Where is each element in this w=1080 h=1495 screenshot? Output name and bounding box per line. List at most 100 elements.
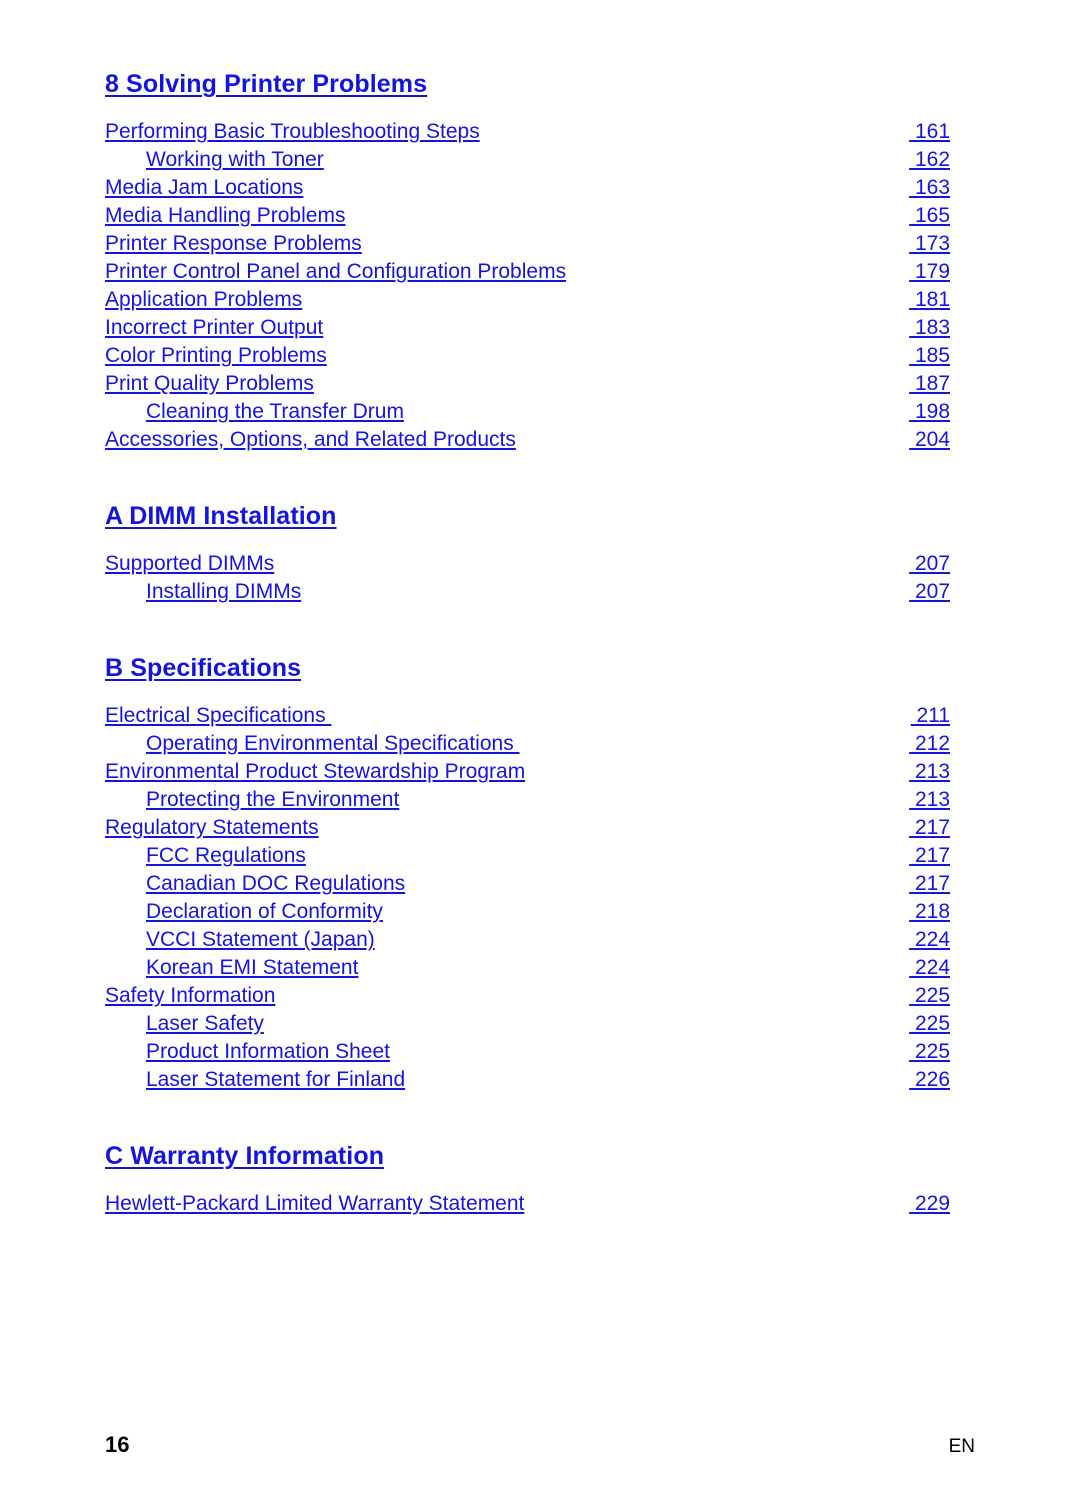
toc-entry-title[interactable]: Laser Statement for Finland [146,1066,405,1094]
page-footer: 16 EN [105,1432,975,1462]
toc-entry[interactable]: Hewlett-Packard Limited Warranty Stateme… [105,1190,950,1218]
toc-entry-title[interactable]: Korean EMI Statement [146,954,358,982]
toc-entry-page-number[interactable]: 161 [904,118,950,146]
toc-entry[interactable]: Performing Basic Troubleshooting Steps 1… [105,118,950,146]
toc-entry-page-number[interactable]: 213 [904,786,950,814]
toc-entry-page-number[interactable]: 204 [904,426,950,454]
toc-entry-title[interactable]: Printer Response Problems [105,230,362,258]
toc-entry-title[interactable]: Laser Safety [146,1010,264,1038]
toc-entry[interactable]: Cleaning the Transfer Drum 198 [105,398,950,426]
toc-entry-title[interactable]: Cleaning the Transfer Drum [146,398,404,426]
toc-entry-title[interactable]: Working with Toner [146,146,324,174]
toc-entry-title[interactable]: Installing DIMMs [146,578,301,606]
toc-entry[interactable]: Color Printing Problems 185 [105,342,950,370]
toc-entry[interactable]: Incorrect Printer Output 183 [105,314,950,342]
toc-entry-page-number[interactable]: 218 [904,898,950,926]
toc-entry-title[interactable]: Operating Environmental Specifications [146,730,520,758]
toc-entry-page-number[interactable]: 217 [904,842,950,870]
toc-entry[interactable]: Korean EMI Statement 224 [105,954,950,982]
toc-entry-page-number[interactable]: 162 [904,146,950,174]
toc-entry-title[interactable]: Canadian DOC Regulations [146,870,405,898]
toc-entry-page-number[interactable]: 207 [904,578,950,606]
toc-entry-page-number[interactable]: 224 [904,954,950,982]
toc-entry-page-number[interactable]: 229 [904,1190,950,1218]
toc-entry-page-number[interactable]: 226 [904,1066,950,1094]
toc-entry-page-number[interactable]: 212 [904,730,950,758]
toc-entry-page-number[interactable]: 185 [904,342,950,370]
toc-entry[interactable]: Declaration of Conformity 218 [105,898,950,926]
toc-entry-page-number[interactable]: 225 [904,982,950,1010]
toc-entry-title[interactable]: Media Jam Locations [105,174,303,202]
toc-entry[interactable]: Installing DIMMs 207 [105,578,950,606]
toc-entry-title[interactable]: FCC Regulations [146,842,306,870]
toc-entry-title[interactable]: Safety Information [105,982,275,1010]
toc-entry[interactable]: Working with Toner 162 [105,146,950,174]
toc-entry-title[interactable]: Incorrect Printer Output [105,314,323,342]
toc-entry-page-number[interactable]: 165 [904,202,950,230]
section-heading[interactable]: A DIMM Installation [105,502,337,530]
toc-entry[interactable]: Print Quality Problems 187 [105,370,950,398]
toc-entry-title[interactable]: Declaration of Conformity [146,898,383,926]
heading-spacer [105,688,950,702]
toc-entry-title[interactable]: Color Printing Problems [105,342,327,370]
toc-entry-page-number[interactable]: 183 [904,314,950,342]
toc-entry-page-number[interactable]: 211 [904,702,951,730]
toc-entry-page-number[interactable]: 187 [904,370,950,398]
section-heading[interactable]: 8 Solving Printer Problems [105,70,427,98]
toc-entry-title[interactable]: Regulatory Statements [105,814,319,842]
toc-entry[interactable]: FCC Regulations 217 [105,842,950,870]
toc-entry-title[interactable]: VCCI Statement (Japan) [146,926,375,954]
toc-entry-page-number[interactable]: 198 [904,398,950,426]
toc-entry[interactable]: Canadian DOC Regulations 217 [105,870,950,898]
toc-entry-page-number[interactable]: 179 [904,258,950,286]
toc-content: 8 Solving Printer Problems Performing Bas… [105,70,950,1218]
toc-entry-page-number[interactable]: 225 [904,1038,950,1066]
toc-entry-page-number[interactable]: 213 [904,758,950,786]
section-heading[interactable]: C Warranty Information [105,1142,384,1170]
toc-entry-title[interactable]: Hewlett-Packard Limited Warranty Stateme… [105,1190,524,1218]
toc-entry[interactable]: Environmental Product Stewardship Progra… [105,758,950,786]
toc-entry[interactable]: Product Information Sheet 225 [105,1038,950,1066]
toc-entry[interactable]: Protecting the Environment 213 [105,786,950,814]
toc-entry[interactable]: Laser Statement for Finland 226 [105,1066,950,1094]
toc-entry-title[interactable]: Print Quality Problems [105,370,314,398]
toc-entry[interactable]: Regulatory Statements 217 [105,814,950,842]
toc-entry[interactable]: VCCI Statement (Japan) 224 [105,926,950,954]
toc-entry-page-number[interactable]: 181 [904,286,950,314]
section-heading[interactable]: B Specifications [105,654,301,682]
toc-entry-title[interactable]: Supported DIMMs [105,550,274,578]
toc-entry-title[interactable]: Product Information Sheet [146,1038,390,1066]
toc-entry[interactable]: Printer Control Panel and Configuration … [105,258,950,286]
toc-entry-title[interactable]: Protecting the Environment [146,786,399,814]
toc-entry[interactable]: Media Jam Locations 163 [105,174,950,202]
toc-entry[interactable]: Operating Environmental Specifications 2… [105,730,950,758]
toc-entry-title[interactable]: Performing Basic Troubleshooting Steps [105,118,480,146]
toc-entry-page-number[interactable]: 163 [904,174,950,202]
toc-entry-page-number[interactable]: 173 [904,230,950,258]
section-heading-row: 8 Solving Printer Problems [105,70,950,104]
toc-entry[interactable]: Printer Response Problems 173 [105,230,950,258]
section-heading-row: B Specifications [105,654,950,688]
toc-entry-title[interactable]: Printer Control Panel and Configuration … [105,258,566,286]
toc-entry-title[interactable]: Accessories, Options, and Related Produc… [105,426,516,454]
toc-entry-page-number[interactable]: 224 [904,926,950,954]
toc-entry[interactable]: Laser Safety 225 [105,1010,950,1038]
heading-spacer [105,1176,950,1190]
toc-entry-title[interactable]: Environmental Product Stewardship Progra… [105,758,525,786]
toc-entry-page-number[interactable]: 217 [904,814,950,842]
toc-entry-title[interactable]: Application Problems [105,286,302,314]
toc-entry[interactable]: Media Handling Problems 165 [105,202,950,230]
toc-entry-page-number[interactable]: 225 [904,1010,950,1038]
toc-entry-title[interactable]: Electrical Specifications [105,702,331,730]
toc-entry[interactable]: Application Problems 181 [105,286,950,314]
toc-entry[interactable]: Accessories, Options, and Related Produc… [105,426,950,454]
toc-entry-page-number[interactable]: 207 [904,550,950,578]
toc-entry[interactable]: Electrical Specifications 211 [105,702,950,730]
toc-entry[interactable]: Supported DIMMs 207 [105,550,950,578]
toc-entry-page-number[interactable]: 217 [904,870,950,898]
toc-entry-title[interactable]: Media Handling Problems [105,202,345,230]
toc-entry[interactable]: Safety Information 225 [105,982,950,1010]
